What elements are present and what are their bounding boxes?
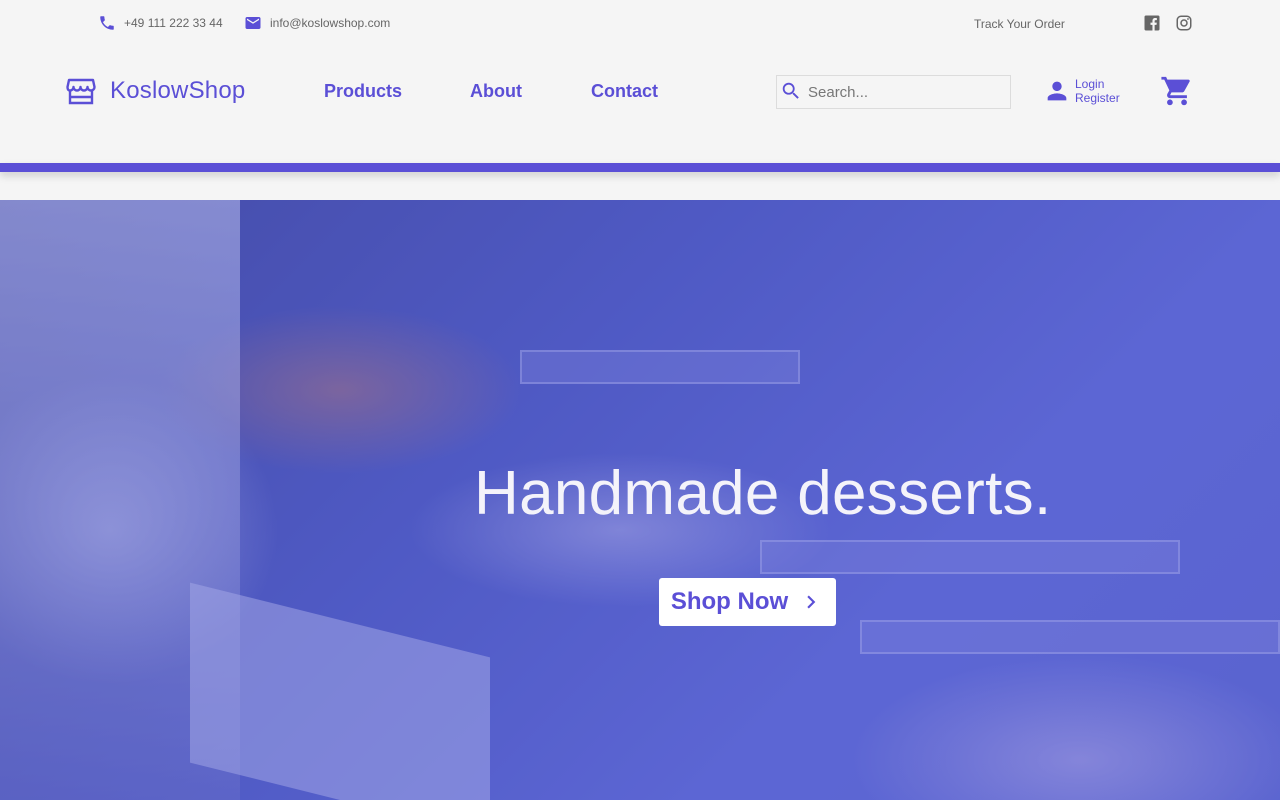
brand-name: KoslowShop	[110, 77, 245, 105]
search-box	[776, 75, 1011, 109]
facebook-icon	[1144, 15, 1160, 31]
phone-contact[interactable]: +49 111 222 33 44	[98, 14, 223, 32]
brand-name-part1: Koslow	[110, 77, 189, 104]
chevron-right-icon	[807, 595, 816, 609]
phone-icon	[100, 16, 114, 30]
search-icon[interactable]	[780, 80, 802, 102]
email-address: info@koslowshop.com	[270, 16, 391, 30]
hero-banner: Handmade desserts. Shop Now	[0, 200, 1280, 800]
brand-name-part2: Shop	[188, 77, 246, 104]
hero-title: Handmade desserts.	[474, 459, 1052, 528]
brand-logo[interactable]: KoslowShop	[66, 76, 245, 106]
account-menu: Login Register	[1043, 77, 1120, 105]
user-icon[interactable]	[1043, 77, 1071, 105]
storefront-icon	[66, 78, 96, 105]
nav-products[interactable]: Products	[324, 81, 402, 102]
email-contact[interactable]: info@koslowshop.com	[244, 14, 390, 32]
shop-now-label: Shop Now	[670, 588, 789, 615]
search-input[interactable]	[808, 78, 1006, 106]
top-info-bar: +49 111 222 33 44 info@koslowshop.com Tr…	[0, 0, 1280, 48]
instagram-icon	[1176, 15, 1192, 31]
track-order-link[interactable]: Track Your Order	[974, 17, 1065, 31]
mail-icon	[245, 17, 261, 29]
nav-about[interactable]: About	[470, 81, 522, 102]
register-link[interactable]: Register	[1075, 91, 1120, 105]
facebook-link[interactable]	[1143, 14, 1161, 32]
cart-button[interactable]	[1160, 74, 1194, 108]
shopping-cart-icon	[1161, 76, 1190, 106]
shop-now-button[interactable]: Shop Now	[659, 578, 836, 626]
phone-number: +49 111 222 33 44	[124, 16, 223, 30]
instagram-link[interactable]	[1175, 14, 1193, 32]
login-link[interactable]: Login	[1075, 77, 1120, 91]
header-accent-bar	[0, 163, 1280, 172]
main-navbar: KoslowShop Products About Contact Login …	[0, 48, 1280, 163]
nav-contact[interactable]: Contact	[591, 81, 658, 102]
